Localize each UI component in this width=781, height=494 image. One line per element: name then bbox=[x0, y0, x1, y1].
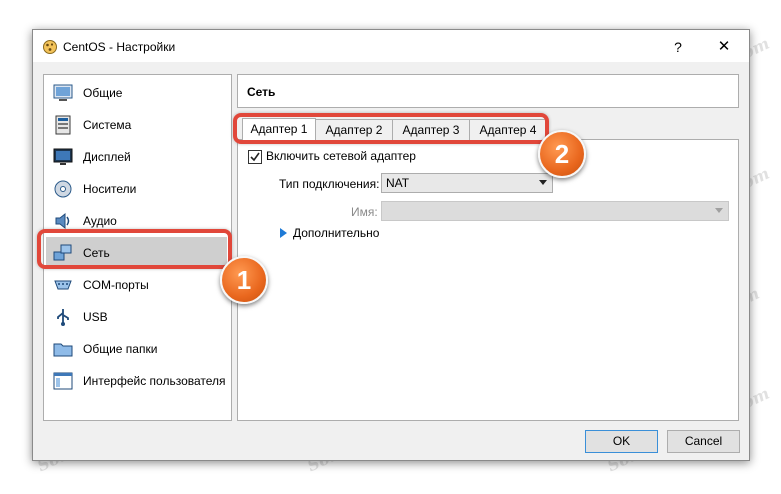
title-bar[interactable]: CentOS - Настройки ? ✕ bbox=[33, 30, 749, 62]
adapter-name-label: Имя: bbox=[351, 205, 378, 219]
enable-adapter-checkbox[interactable] bbox=[248, 150, 262, 164]
enable-adapter-label[interactable]: Включить сетевой адаптер bbox=[266, 149, 416, 163]
chevron-down-icon bbox=[715, 208, 723, 213]
sidebar-item-label: Система bbox=[83, 118, 132, 132]
expand-triangle-icon[interactable] bbox=[280, 228, 287, 238]
sidebar-item-display[interactable]: Дисплей bbox=[46, 141, 227, 171]
system-icon bbox=[55, 115, 71, 135]
audio-icon bbox=[55, 212, 70, 230]
usb-icon bbox=[57, 309, 69, 326]
highlight-adapter-tabs bbox=[233, 113, 549, 144]
storage-icon bbox=[54, 180, 72, 198]
sidebar-item-label: Дисплей bbox=[83, 150, 131, 164]
step-badge-1: 1 bbox=[220, 256, 268, 304]
help-button[interactable]: ? bbox=[667, 37, 689, 57]
attached-to-label: Тип подключения: bbox=[279, 177, 380, 191]
page-title: Сеть bbox=[247, 85, 276, 99]
sidebar-item-label: Общие bbox=[83, 86, 123, 100]
sidebar-item-usb[interactable]: USB bbox=[46, 301, 227, 331]
attached-to-value: NAT bbox=[386, 176, 410, 190]
adapter-tab-panel: Включить сетевой адаптер Тип подключения… bbox=[237, 139, 739, 421]
general-icon bbox=[53, 84, 73, 101]
sidebar-item-label: USB bbox=[83, 310, 108, 324]
attached-to-select[interactable]: NAT bbox=[381, 173, 553, 193]
sidebar-item-shared-folders[interactable]: Общие папки bbox=[46, 333, 227, 363]
sidebar-item-system[interactable]: Система bbox=[46, 109, 227, 139]
chevron-down-icon bbox=[539, 180, 547, 185]
highlight-network-item bbox=[37, 229, 232, 269]
display-icon bbox=[53, 148, 73, 165]
window-title: CentOS - Настройки bbox=[63, 40, 176, 54]
sidebar-item-label: Общие папки bbox=[83, 342, 158, 356]
checkmark-icon bbox=[250, 152, 260, 162]
adapter-name-select[interactable] bbox=[381, 201, 729, 221]
sidebar-item-label: Интерфейс пользователя bbox=[83, 374, 226, 388]
page-header: Сеть bbox=[237, 74, 739, 108]
sidebar-item-storage[interactable]: Носители bbox=[46, 173, 227, 203]
serial-ports-icon bbox=[54, 280, 72, 290]
sidebar-item-user-interface[interactable]: Интерфейс пользователя bbox=[46, 365, 227, 395]
sidebar-item-label: Аудио bbox=[83, 214, 117, 228]
shared-folders-icon bbox=[53, 343, 73, 357]
sidebar-item-serial-ports[interactable]: COM-порты bbox=[46, 269, 227, 299]
virtualbox-icon bbox=[43, 40, 57, 54]
cancel-button[interactable]: Cancel bbox=[667, 430, 740, 453]
user-interface-icon bbox=[53, 372, 73, 390]
sidebar-item-general[interactable]: Общие bbox=[46, 77, 227, 107]
advanced-toggle[interactable]: Дополнительно bbox=[293, 226, 379, 240]
sidebar-item-label: COM-порты bbox=[83, 278, 149, 292]
sidebar-item-label: Носители bbox=[83, 182, 137, 196]
ok-button[interactable]: OK bbox=[585, 430, 658, 453]
step-badge-2: 2 bbox=[538, 130, 586, 178]
close-button[interactable]: ✕ bbox=[711, 37, 737, 57]
